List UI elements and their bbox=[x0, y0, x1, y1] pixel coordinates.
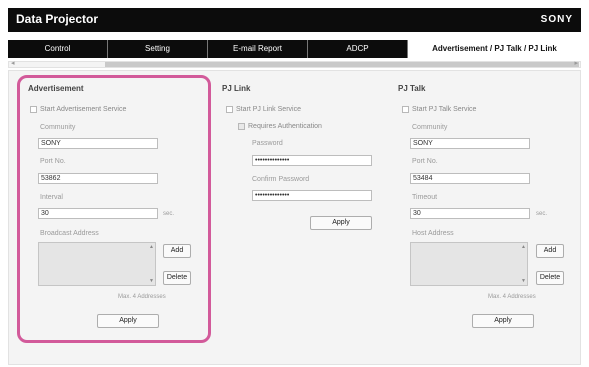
host-address-list[interactable]: ▲ ▼ bbox=[410, 242, 528, 286]
confirm-password-input[interactable]: •••••••••••••• bbox=[252, 190, 372, 201]
tab-setting[interactable]: Setting bbox=[108, 40, 208, 58]
title-bar: Data Projector SONY bbox=[8, 8, 581, 32]
pjtalk-community-input[interactable]: SONY bbox=[410, 138, 530, 149]
pjtalk-port-label: Port No. bbox=[412, 158, 438, 165]
scroll-left-icon[interactable]: ◂ bbox=[11, 59, 15, 67]
brand-logo: SONY bbox=[540, 14, 573, 25]
pjtalk-add-button[interactable]: Add bbox=[536, 244, 564, 258]
pjlink-apply-button[interactable]: Apply bbox=[310, 216, 372, 230]
start-pjlink-checkbox[interactable] bbox=[226, 106, 233, 113]
confirm-password-label: Confirm Password bbox=[252, 176, 310, 183]
app-title: Data Projector bbox=[16, 12, 99, 26]
pjtalk-community-label: Community bbox=[412, 124, 448, 131]
start-pjlink-row[interactable]: Start PJ Link Service bbox=[226, 106, 301, 113]
pjtalk-title: PJ Talk bbox=[398, 84, 426, 93]
horizontal-scrollbar[interactable]: ◂ ▸ bbox=[8, 59, 581, 68]
start-pjtalk-label: Start PJ Talk Service bbox=[412, 106, 477, 113]
pjtalk-delete-button[interactable]: Delete bbox=[536, 271, 564, 285]
tab-control[interactable]: Control bbox=[8, 40, 108, 58]
start-pjtalk-checkbox[interactable] bbox=[402, 106, 409, 113]
password-input[interactable]: •••••••••••••• bbox=[252, 155, 372, 166]
tab-bar: Control Setting E-mail Report ADCP Adver… bbox=[8, 40, 581, 58]
pjtalk-port-input[interactable]: 53484 bbox=[410, 173, 530, 184]
password-label: Password bbox=[252, 140, 283, 147]
highlight-frame bbox=[17, 75, 211, 343]
scroll-right-icon[interactable]: ▸ bbox=[574, 59, 578, 67]
requires-auth-label: Requires Authentication bbox=[248, 123, 322, 130]
pjtalk-max-addresses-note: Max. 4 Addresses bbox=[488, 294, 536, 300]
start-pjtalk-row[interactable]: Start PJ Talk Service bbox=[402, 106, 476, 113]
pjtalk-apply-button[interactable]: Apply bbox=[472, 314, 534, 328]
pjlink-title: PJ Link bbox=[222, 84, 251, 93]
tab-email-report[interactable]: E-mail Report bbox=[208, 40, 308, 58]
timeout-unit: sec. bbox=[536, 211, 548, 217]
requires-auth-row[interactable]: Requires Authentication bbox=[238, 123, 322, 130]
tab-advertisement-pjtalk-pjlink[interactable]: Advertisement / PJ Talk / PJ Link bbox=[408, 40, 581, 58]
timeout-label: Timeout bbox=[412, 194, 438, 201]
timeout-input[interactable]: 30 bbox=[410, 208, 530, 219]
host-list-up-icon[interactable]: ▲ bbox=[521, 244, 526, 250]
start-pjlink-label: Start PJ Link Service bbox=[236, 106, 301, 113]
host-address-label: Host Address bbox=[412, 230, 454, 237]
tab-adcp[interactable]: ADCP bbox=[308, 40, 408, 58]
requires-auth-checkbox[interactable] bbox=[238, 123, 245, 130]
scroll-thumb[interactable] bbox=[105, 62, 579, 67]
host-list-down-icon[interactable]: ▼ bbox=[521, 278, 526, 284]
